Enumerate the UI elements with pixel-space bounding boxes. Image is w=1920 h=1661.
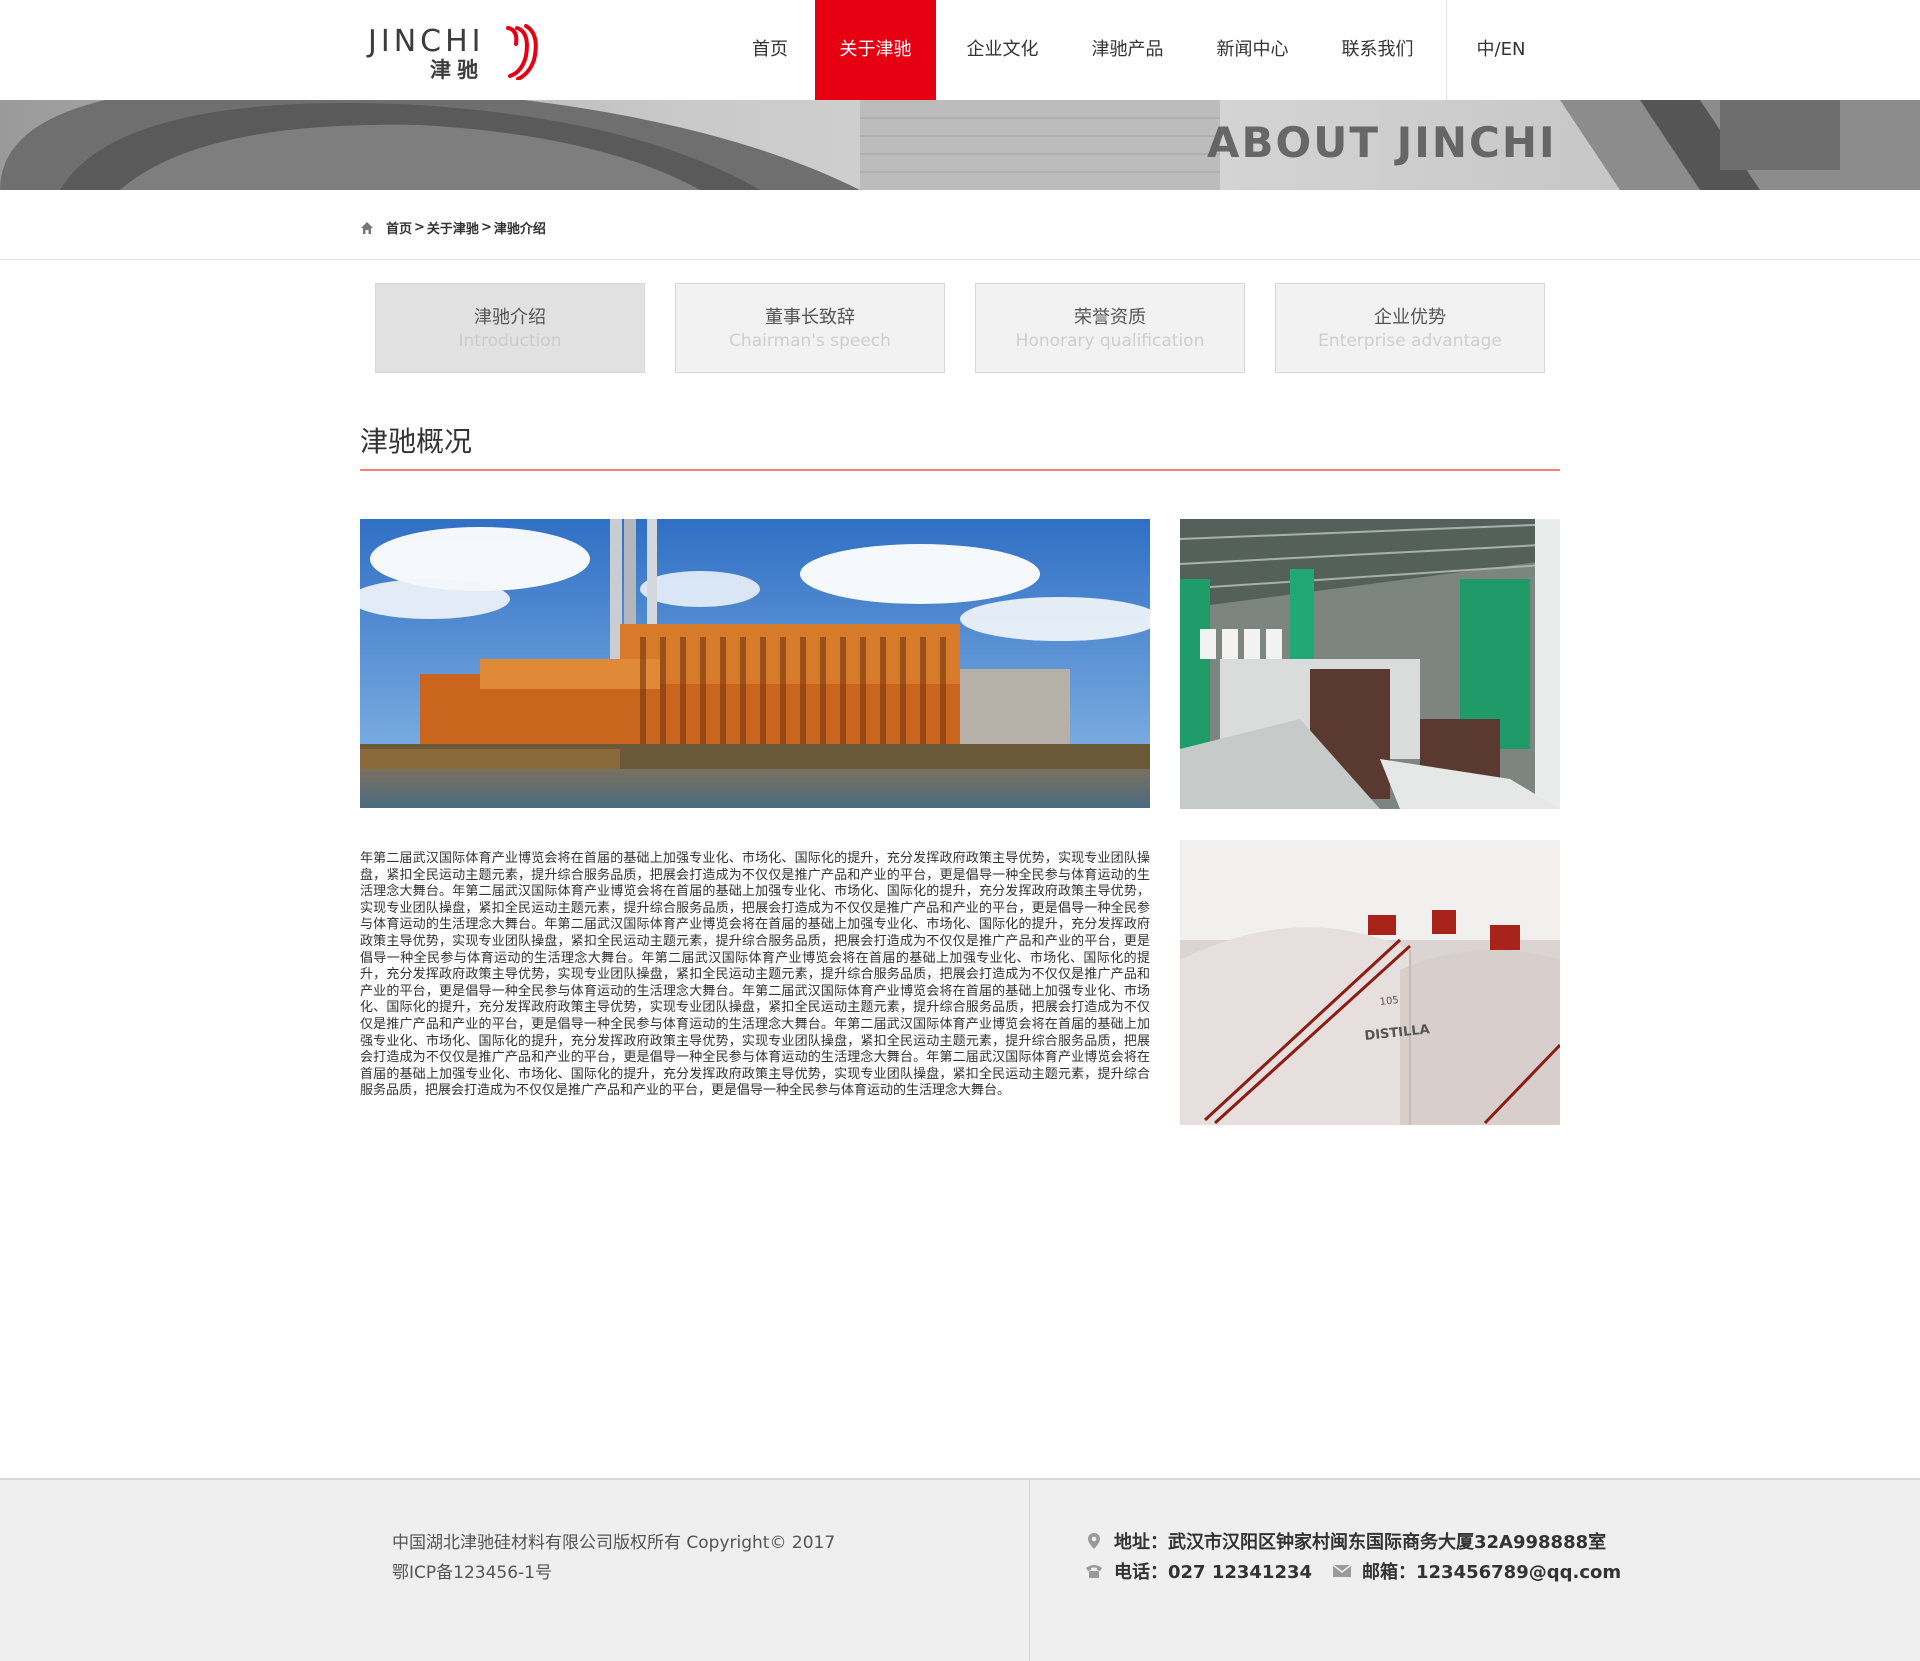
section-divider (360, 469, 1560, 471)
tank-number-label: 105 (1379, 995, 1399, 1008)
breadcrumb-separator: > (414, 220, 425, 235)
tab-label-en: Introduction (458, 331, 562, 351)
logo-mark-icon (506, 24, 538, 80)
home-icon (361, 221, 373, 234)
phone-icon (1086, 1565, 1102, 1578)
breadcrumb-bar: 首页 > 关于津驰 > 津驰介绍 (0, 190, 1920, 260)
language-switch[interactable]: 中/EN (1446, 0, 1556, 100)
breadcrumb-about[interactable]: 关于津驰 (427, 218, 479, 237)
company-introduction-text: 年第二届武汉国际体育产业博览会将在首届的基础上加强专业化、市场化、国际化的提升，… (360, 851, 1150, 1099)
tab-label-cn: 董事长致辞 (765, 307, 855, 328)
tab-label-en: Honorary qualification (1015, 331, 1205, 351)
footer-phone: 电话：027 12341234 (1084, 1558, 1312, 1584)
tab-label-cn: 企业优势 (1374, 307, 1446, 328)
tab-label-en: Enterprise advantage (1318, 331, 1502, 351)
textile-machinery-image (1180, 519, 1560, 809)
footer-phone-text: 电话：027 12341234 (1114, 1562, 1313, 1583)
nav-item-news[interactable]: 新闻中心 (1190, 0, 1315, 100)
nav-item-home[interactable]: 首页 (728, 0, 812, 100)
icp-text[interactable]: 鄂ICP备123456-1号 (392, 1558, 552, 1583)
section-title: 津驰概况 (360, 425, 473, 458)
logo-text-cn: 津驰 (430, 58, 484, 82)
nav-item-contact[interactable]: 联系我们 (1315, 0, 1440, 100)
nav-item-culture[interactable]: 企业文化 (940, 0, 1065, 100)
breadcrumb-separator: > (480, 220, 492, 235)
footer-divider (1029, 1480, 1030, 1661)
tab-label-en: Chairman's speech (729, 331, 891, 351)
footer-email-text[interactable]: 邮箱：123456789@qq.com (1362, 1558, 1621, 1584)
site-footer: 中国湖北津驰硅材料有限公司版权所有 Copyright© 2017 鄂ICP备1… (0, 1478, 1920, 1661)
tab-honorary-qualification[interactable]: 荣誉资质 Honorary qualification (975, 283, 1245, 373)
tab-chairman-speech[interactable]: 董事长致辞 Chairman's speech (675, 283, 945, 373)
page-banner: ABOUT JINCHI (0, 100, 1920, 190)
copyright-text: 中国湖北津驰硅材料有限公司版权所有 Copyright© 2017 (392, 1533, 836, 1553)
banner-background-image (0, 100, 1920, 190)
location-pin-icon (1088, 1533, 1100, 1549)
nav-item-products[interactable]: 津驰产品 (1065, 0, 1190, 100)
tab-enterprise-advantage[interactable]: 企业优势 Enterprise advantage (1275, 283, 1545, 373)
factory-building-image (360, 519, 1150, 808)
tab-introduction[interactable]: 津驰介绍 Introduction (375, 283, 645, 373)
breadcrumb: 首页 > 关于津驰 > 津驰介绍 (360, 218, 546, 237)
breadcrumb-home[interactable]: 首页 (386, 218, 412, 237)
tab-label-cn: 荣誉资质 (1074, 307, 1146, 328)
tab-label-cn: 津驰介绍 (474, 307, 546, 328)
footer-address: 地址：武汉市汉阳区钟家村闽东国际商务大厦32A998888室 (1084, 1528, 1606, 1554)
mail-icon (1332, 1564, 1352, 1577)
banner-title: ABOUT JINCHI (1207, 118, 1557, 167)
site-header: JINCHI 津驰 首页 关于津驰 企业文化 津驰产品 新闻中心 联系我们 中/… (0, 0, 1920, 100)
nav-item-about[interactable]: 关于津驰 (815, 0, 936, 100)
footer-email: 邮箱：123456789@qq.com (1332, 1558, 1621, 1584)
breadcrumb-current: 津驰介绍 (493, 222, 546, 237)
site-logo[interactable]: JINCHI 津驰 (368, 24, 540, 82)
footer-address-text: 地址：武汉市汉阳区钟家村闽东国际商务大厦32A998888室 (1114, 1532, 1607, 1553)
storage-tanks-image: 105 DISTILLA (1180, 840, 1560, 1125)
